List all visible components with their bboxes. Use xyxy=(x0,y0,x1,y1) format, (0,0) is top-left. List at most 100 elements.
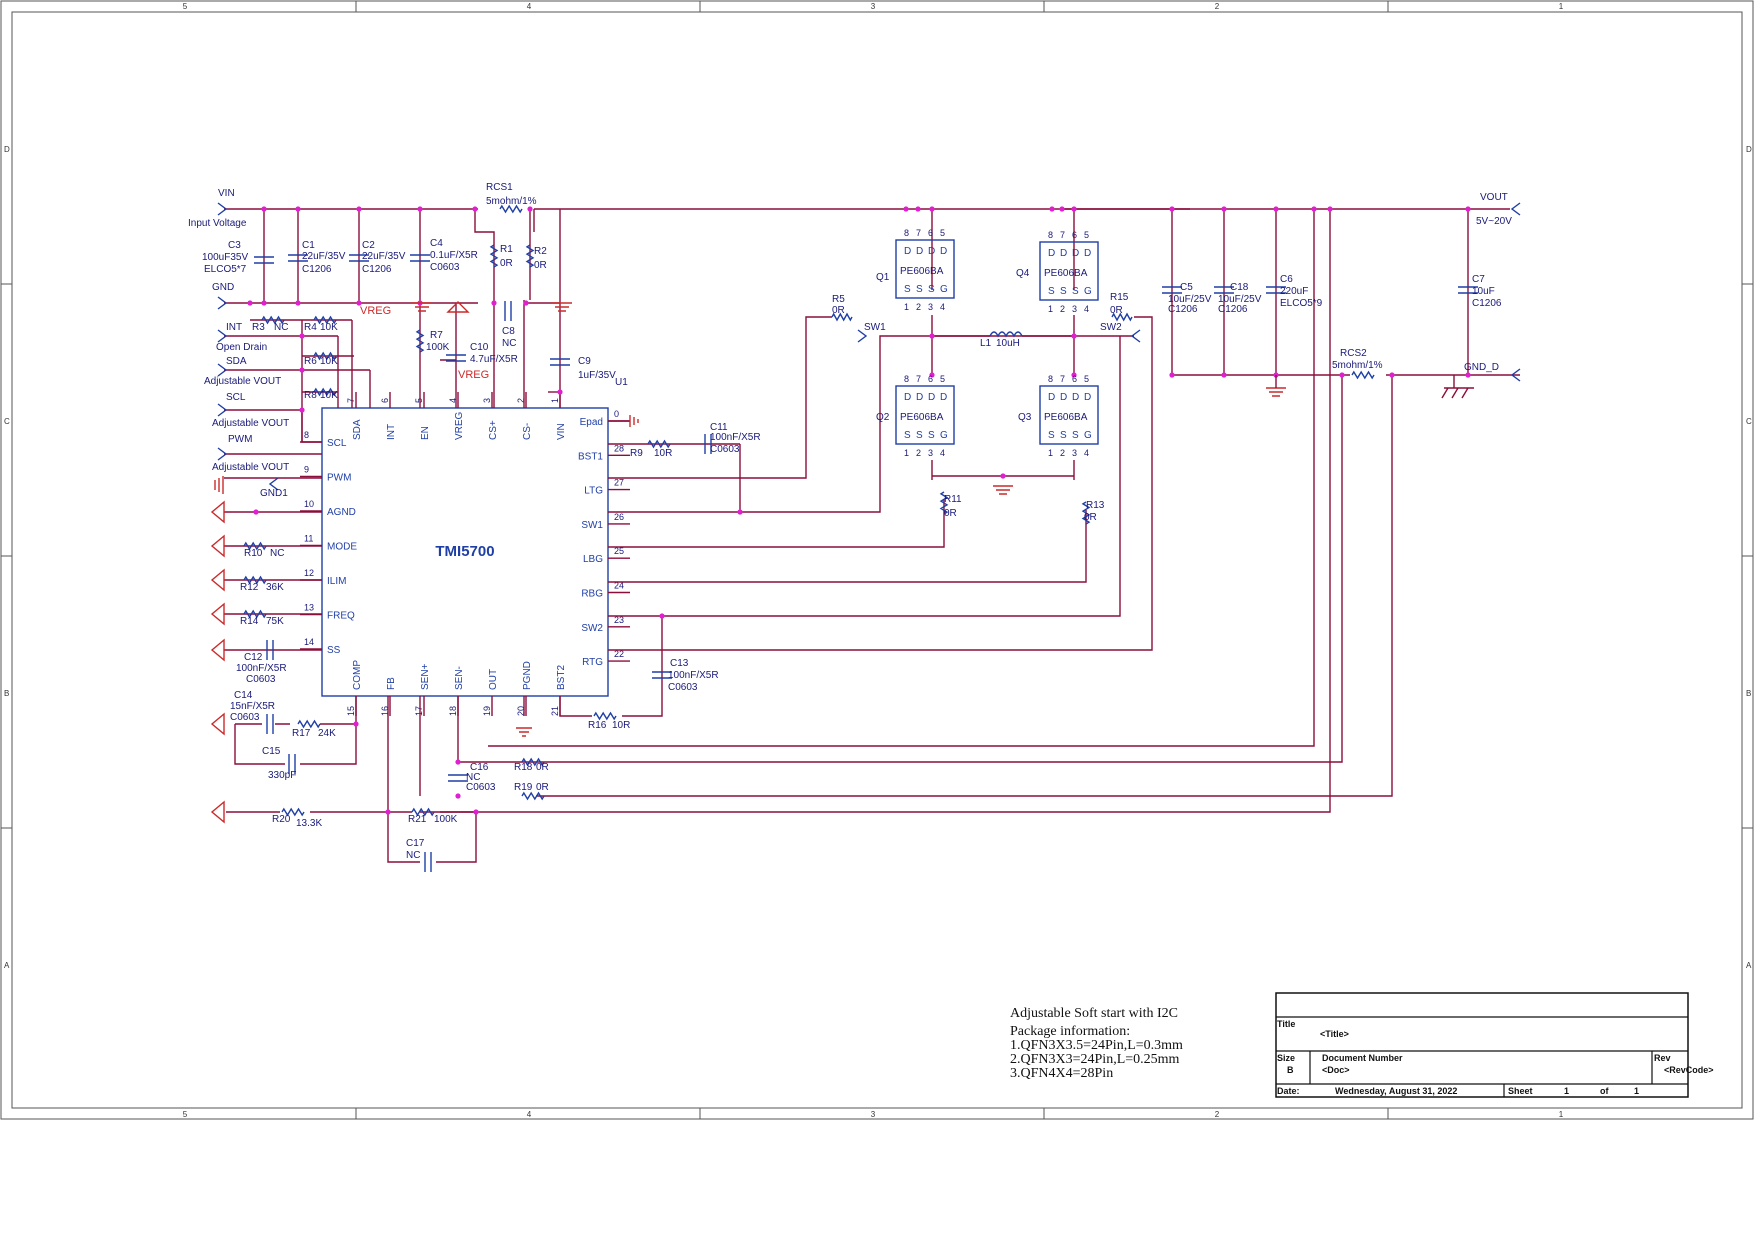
ic-pin-num: 19 xyxy=(482,706,492,716)
ground-flags xyxy=(210,301,1474,824)
component-label: Q2 xyxy=(876,412,890,423)
component-label: C9 xyxy=(578,356,591,367)
junction-dot xyxy=(557,389,563,395)
mosfet-pin-sg: S xyxy=(916,284,923,295)
zone-col-top-3: 3 xyxy=(871,2,876,11)
component-label: 0R xyxy=(1084,512,1097,523)
tb-sheet-label: Sheet xyxy=(1508,1086,1533,1096)
resistor-symbol xyxy=(1351,370,1375,380)
note-line-5: 3.QFN4X4=28Pin xyxy=(1010,1066,1113,1081)
component-label: R3 xyxy=(252,322,265,333)
mosfet-pin-sg: G xyxy=(940,430,948,441)
component-label: C1 xyxy=(302,240,315,251)
junction-dot xyxy=(295,206,301,212)
mosfet-pin-d: D xyxy=(1048,392,1055,403)
mosfet-pin-sg: G xyxy=(1084,286,1092,297)
junction-dot xyxy=(417,206,423,212)
port-vout-label: VOUT xyxy=(1480,192,1508,203)
mosfet-pin-d: D xyxy=(1072,392,1079,403)
tb-of-label: of xyxy=(1600,1086,1609,1096)
ic-pin-name-comp: COMP xyxy=(352,660,363,690)
tb-of-value: 1 xyxy=(1634,1086,1639,1096)
resistor-symbol xyxy=(593,711,617,721)
component-label: C0603 xyxy=(710,444,740,455)
junction-dot xyxy=(915,206,921,212)
component-label: R15 xyxy=(1110,292,1129,303)
component-label: R8 xyxy=(304,390,317,401)
mosfet-pin-sg: S xyxy=(928,430,935,441)
port-int-desc: Open Drain xyxy=(216,342,267,353)
inner-border xyxy=(11,11,1743,1109)
component-label: 22uF/35V xyxy=(362,251,406,262)
mosfet-pin-num: 5 xyxy=(1084,230,1089,240)
component-label: C12 xyxy=(244,652,263,663)
zone-col-top-5: 5 xyxy=(183,2,188,11)
component-label: C1206 xyxy=(1168,304,1198,315)
component-label: R4 xyxy=(304,322,317,333)
mosfet-pin-d: D xyxy=(916,392,923,403)
mosfet-pin-d: D xyxy=(1084,392,1091,403)
component-label: C1206 xyxy=(302,264,332,275)
port-gnd-label: GND xyxy=(212,282,234,293)
component-label: C1206 xyxy=(1472,298,1502,309)
component-label: R7 xyxy=(430,330,443,341)
ic-pin-name-epad: Epad xyxy=(580,417,603,428)
mosfet-pin-sg: S xyxy=(1048,430,1055,441)
ic-pin-name-rtg: RTG xyxy=(582,657,603,668)
junction-dot xyxy=(261,300,267,306)
mosfet-pin-num: 8 xyxy=(904,374,909,384)
mosfet-pin-num: 8 xyxy=(1048,230,1053,240)
ic-pin-name-ss: SS xyxy=(327,645,341,656)
mosfet-pin-d: D xyxy=(1060,392,1067,403)
component-label: R19 xyxy=(514,782,533,793)
mosfet-pin-sg: G xyxy=(1084,430,1092,441)
ic-pin-name-ilim: ILIM xyxy=(327,576,346,587)
ic-pin-num: 5 xyxy=(414,398,424,403)
mosfet-pin-d: D xyxy=(1060,248,1067,259)
mosfet-pin-num: 7 xyxy=(916,228,921,238)
ic-pin-name-sw1: SW1 xyxy=(581,520,603,531)
note-line-3: 1.QFN3X3.5=24Pin,L=0.3mm xyxy=(1010,1038,1183,1053)
mosfet-pin-num: 6 xyxy=(928,228,933,238)
component-label: RCS2 xyxy=(1340,348,1367,359)
component-label: 100nF/X5R xyxy=(668,670,719,681)
component-label: C10 xyxy=(470,342,489,353)
component-label: 10K xyxy=(320,356,338,367)
tb-rev-label: Rev xyxy=(1654,1053,1671,1063)
junction-dot xyxy=(1327,206,1333,212)
component-label: 0R xyxy=(944,508,957,519)
component-label: PE606BA xyxy=(1044,268,1088,279)
component-label: 22uF/35V xyxy=(302,251,346,262)
component-label: Q3 xyxy=(1018,412,1032,423)
component-label: L1 xyxy=(980,338,992,349)
component-label: C0603 xyxy=(246,674,276,685)
mosfet-pin-d: D xyxy=(940,392,947,403)
component-label: 5mohm/1% xyxy=(486,196,537,207)
component-label: R20 xyxy=(272,814,291,825)
component-label: ELCO5*7 xyxy=(204,264,247,275)
junction-dot xyxy=(1049,206,1055,212)
component-label: 10R xyxy=(612,720,630,731)
port-gnd-d-label: GND_D xyxy=(1464,362,1499,373)
component-label: C7 xyxy=(1472,274,1485,285)
zone-row-right-B: B xyxy=(1746,689,1751,698)
mosfet-pin-num: 7 xyxy=(1060,374,1065,384)
component-label: Q4 xyxy=(1016,268,1030,279)
component-label: C6 xyxy=(1280,274,1293,285)
tb-rev-value: <RevCode> xyxy=(1664,1065,1714,1075)
ic-pin-name-pwm: PWM xyxy=(327,473,351,484)
component-label: PE606BA xyxy=(900,412,944,423)
ic-pin-num: 18 xyxy=(448,706,458,716)
ic-pin-name-pgnd: PGND xyxy=(522,661,533,690)
note-line-1: Adjustable Soft start with I2C xyxy=(1010,1006,1178,1021)
junction-dot xyxy=(527,206,533,212)
ic-pin-name-agnd: AGND xyxy=(327,507,356,518)
component-label: R6 xyxy=(304,356,317,367)
junction-dot xyxy=(455,759,461,765)
mosfet-pin-num: 3 xyxy=(1072,448,1077,458)
ic-pin-name-bst1: BST1 xyxy=(578,451,603,462)
mosfet-pin-d: D xyxy=(940,246,947,257)
component-label: C18 xyxy=(1230,282,1249,293)
notes-block: Adjustable Soft start with I2C Package i… xyxy=(1010,1006,1183,1081)
mosfet-pin-num: 7 xyxy=(1060,230,1065,240)
